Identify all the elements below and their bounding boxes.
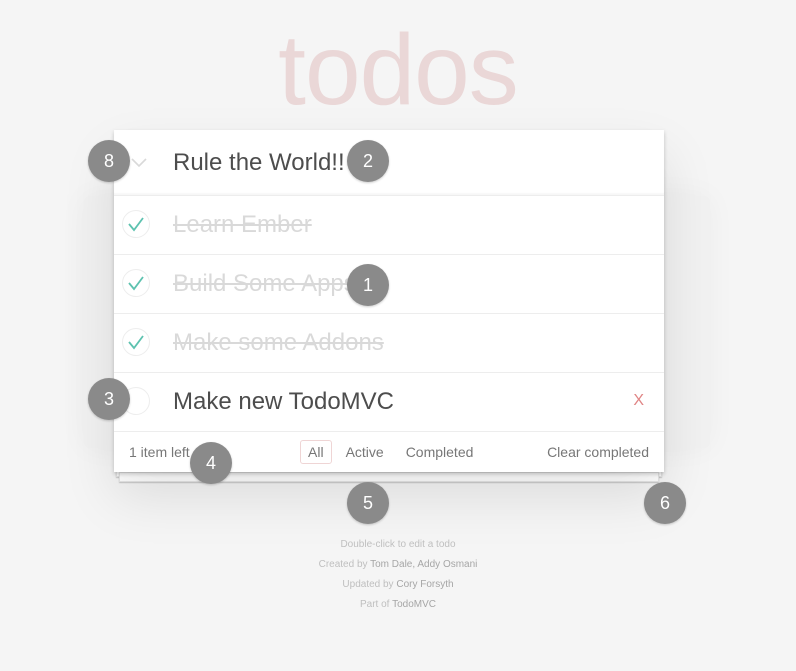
info-footer: Double-click to edit a todo Created by T… bbox=[0, 535, 796, 615]
annotation-marker: 2 bbox=[347, 140, 389, 182]
updated-by-line: Updated by Cory Forsyth bbox=[0, 575, 796, 595]
todo-label[interactable]: Make new TodoMVC bbox=[173, 373, 394, 431]
edit-hint: Double-click to edit a todo bbox=[340, 539, 456, 550]
todo-toggle-checkbox[interactable] bbox=[122, 269, 150, 297]
annotation-marker: 8 bbox=[88, 140, 130, 182]
annotation-marker: 6 bbox=[644, 482, 686, 524]
updated-prefix: Updated by bbox=[342, 579, 394, 590]
todomvc-link[interactable]: TodoMVC bbox=[392, 599, 436, 610]
part-of-line: Part of TodoMVC bbox=[0, 595, 796, 615]
filter-all[interactable]: All bbox=[300, 440, 332, 464]
todo-label[interactable]: Make some Addons bbox=[173, 314, 384, 372]
todo-item[interactable]: Build Some Apps bbox=[114, 255, 664, 314]
annotation-marker: 4 bbox=[190, 442, 232, 484]
annotation-marker: 3 bbox=[88, 378, 130, 420]
todo-count: 1 item left bbox=[129, 444, 190, 460]
todo-item[interactable]: Learn Ember bbox=[114, 196, 664, 255]
page: todos Rule the World!! Learn Ember Build… bbox=[0, 0, 796, 671]
filter-active[interactable]: Active bbox=[338, 440, 392, 464]
filter-completed[interactable]: Completed bbox=[398, 440, 482, 464]
updated-by-link[interactable]: Cory Forsyth bbox=[396, 579, 453, 590]
chevron-down-icon bbox=[131, 152, 147, 173]
todo-label[interactable]: Learn Ember bbox=[173, 196, 312, 254]
filters: All Active Completed bbox=[297, 440, 484, 464]
clear-completed-button[interactable]: Clear completed bbox=[547, 444, 649, 460]
destroy-button[interactable]: X bbox=[633, 373, 644, 429]
todo-item[interactable]: Make new TodoMVC X bbox=[114, 373, 664, 432]
todo-app: Rule the World!! Learn Ember Build Some … bbox=[114, 130, 664, 472]
todo-toggle-checkbox[interactable] bbox=[122, 328, 150, 356]
new-todo-input[interactable]: Rule the World!! bbox=[173, 130, 345, 195]
created-prefix: Created by bbox=[318, 559, 368, 570]
new-todo-row: Rule the World!! bbox=[114, 130, 664, 196]
part-prefix: Part of bbox=[360, 599, 390, 610]
todo-item[interactable]: Make some Addons bbox=[114, 314, 664, 373]
created-by-link[interactable]: Tom Dale, Addy Osmani bbox=[370, 559, 477, 570]
annotation-marker: 1 bbox=[347, 264, 389, 306]
annotation-marker: 5 bbox=[347, 482, 389, 524]
created-by-line: Created by Tom Dale, Addy Osmani bbox=[0, 555, 796, 575]
todo-toggle-checkbox[interactable] bbox=[122, 210, 150, 238]
app-title: todos bbox=[278, 14, 519, 126]
todo-label[interactable]: Build Some Apps bbox=[173, 255, 356, 313]
